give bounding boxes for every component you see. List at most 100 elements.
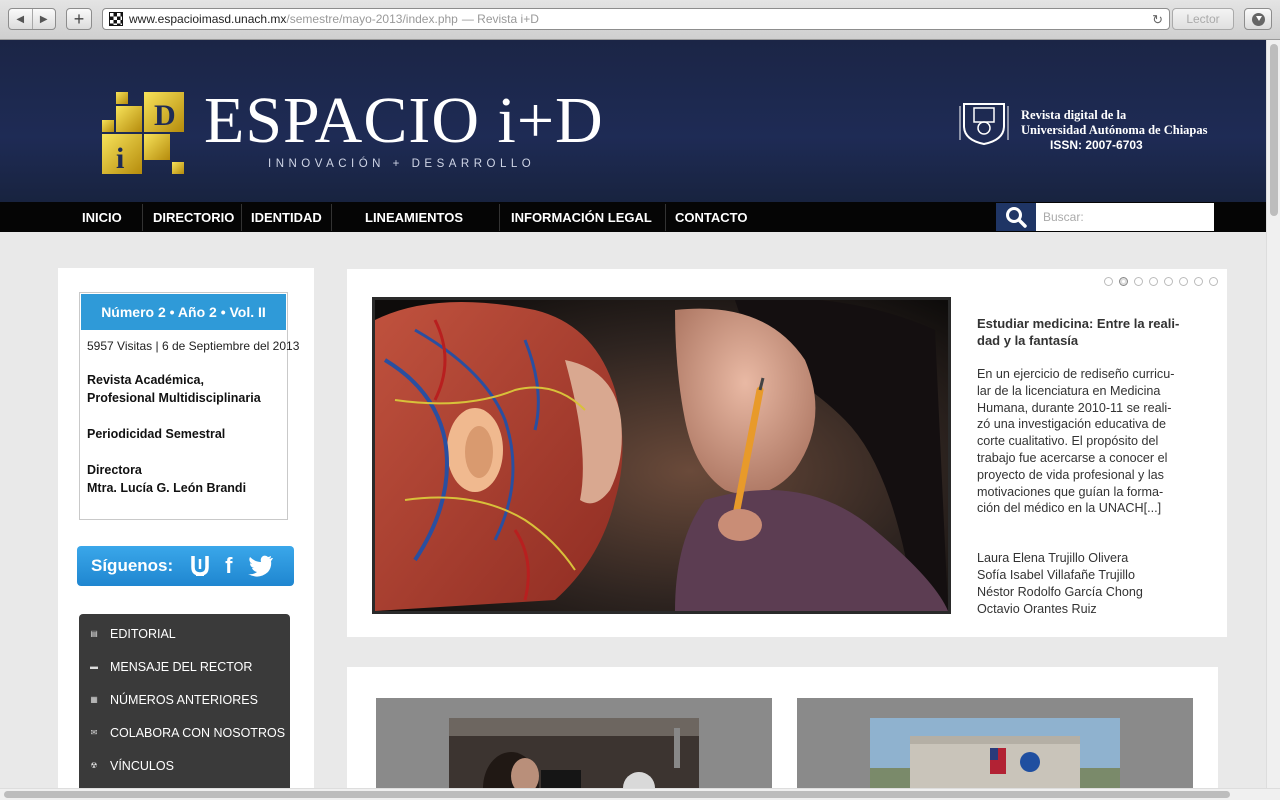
slide-pagination	[1104, 277, 1218, 286]
journal-type-line-2: Profesional Multidisciplinaria	[87, 391, 261, 405]
url-path: /semestre/mayo-2013/index.php	[286, 12, 458, 26]
menu-item-colabora[interactable]: ✉ COLABORA CON NOSOTROS	[79, 716, 290, 749]
article-card[interactable]	[797, 698, 1193, 800]
search-input[interactable]	[1036, 203, 1214, 231]
feature-image[interactable]	[372, 297, 951, 614]
summary-line: En un ejercicio de rediseño curricu-	[977, 367, 1175, 381]
author-name: Néstor Rodolfo García Chong	[977, 585, 1143, 599]
nav-divider	[331, 204, 332, 231]
author-name: Octavio Orantes Ruiz	[977, 602, 1097, 616]
summary-line: zó una investigación educativa de	[977, 417, 1167, 432]
espacio-logo-icon[interactable]: D i	[102, 92, 186, 174]
nav-directorio[interactable]: DIRECTORIO	[153, 202, 234, 232]
horizontal-scrollbar[interactable]	[0, 788, 1280, 800]
summary-line: corte cualitativo. El propósito del	[977, 434, 1159, 449]
slide-dot[interactable]	[1194, 277, 1203, 286]
nav-divider	[142, 204, 143, 231]
social-follow-bar: Síguenos: f	[77, 546, 294, 586]
menu-item-label: COLABORA CON NOSOTROS	[110, 725, 286, 740]
summary-line: Humana, durante 2010-11 se reali-	[977, 400, 1172, 415]
menu-item-label: EDITORIAL	[110, 626, 176, 641]
journal-type: Revista Académica, Profesional Multidisc…	[87, 371, 287, 407]
pages-icon: ▦	[90, 695, 98, 704]
slide-dot[interactable]	[1164, 277, 1173, 286]
nav-identidad[interactable]: IDENTIDAD	[251, 202, 322, 232]
speech-icon: ▬	[90, 662, 98, 671]
site-tagline: INNOVACIÓN + DESARROLLO	[268, 158, 536, 170]
site-header: D i ESPACIO i+D INNOVACIÓN + DESARROLLO …	[0, 40, 1266, 202]
nav-divider	[499, 204, 500, 231]
mail-icon: ✉	[90, 728, 98, 737]
feature-title-line-1: Estudiar medicina: Entre la reali-	[977, 316, 1180, 331]
reader-button[interactable]: Lector	[1172, 8, 1234, 30]
reload-icon[interactable]: ↻	[1152, 12, 1163, 28]
menu-item-label: MENSAJE DEL RECTOR	[110, 659, 253, 674]
slide-dot-active[interactable]	[1119, 277, 1128, 286]
feature-title-line-2: dad y la fantasía	[977, 333, 1079, 348]
nav-inicio[interactable]: INICIO	[82, 202, 122, 232]
site-favicon-icon	[109, 12, 123, 26]
director-label: Directora	[87, 463, 142, 477]
issue-title: Número 2 • Año 2 • Vol. II	[81, 294, 286, 330]
summary-line: lar de la licenciatura en Medicina	[977, 383, 1161, 398]
menu-item-mensaje-rector[interactable]: ▬ MENSAJE DEL RECTOR	[79, 650, 290, 683]
horizontal-scroll-thumb[interactable]	[4, 791, 1230, 798]
back-icon[interactable]: ◀	[9, 9, 32, 29]
site-logo-text[interactable]: ESPACIO i+D	[204, 88, 604, 154]
visit-counter: 5957 Visitas | 6 de Septiembre del 2013	[87, 339, 300, 353]
author-name: Sofía Isabel Villafañe Trujillo	[977, 568, 1135, 582]
side-menu: ▤ EDITORIAL ▬ MENSAJE DEL RECTOR ▦ NÚMER…	[79, 614, 290, 800]
nav-contacto[interactable]: CONTACTO	[675, 202, 747, 232]
issue-info-box: Número 2 • Año 2 • Vol. II 5957 Visitas …	[79, 292, 300, 520]
menu-item-editorial[interactable]: ▤ EDITORIAL	[79, 617, 290, 650]
periodicity: Periodicidad Semestral	[87, 427, 226, 441]
summary-line: motivaciones que guían la forma-	[977, 484, 1164, 499]
article-grid	[347, 667, 1218, 800]
nav-informacion-legal[interactable]: INFORMACIÓN LEGAL	[511, 202, 652, 232]
author-name: Laura Elena Trujillo Olivera	[977, 551, 1129, 565]
svg-text:D: D	[154, 99, 176, 132]
director-name: Mtra. Lucía G. León Brandi	[87, 481, 247, 495]
feature-summary: En un ejercicio de rediseño curricu- lar…	[977, 366, 1189, 517]
browser-toolbar: ◀ ▶ + www.espacioimasd.unach.mx /semestr…	[0, 0, 1280, 40]
journal-type-line-1: Revista Académica,	[87, 373, 204, 387]
menu-item-label: VÍNCULOS	[110, 758, 174, 773]
vertical-scrollbar[interactable]	[1266, 40, 1280, 788]
history-buttons: ◀ ▶	[8, 8, 56, 30]
menu-item-numeros-anteriores[interactable]: ▦ NÚMEROS ANTERIORES	[79, 683, 290, 716]
nav-lineamientos[interactable]: LINEAMIENTOS	[365, 202, 463, 232]
url-host: www.espacioimasd.unach.mx	[129, 12, 287, 26]
nav-divider	[241, 204, 242, 231]
issn-label: ISSN: 2007-6703	[1050, 138, 1143, 152]
address-bar[interactable]: www.espacioimasd.unach.mx /semestre/mayo…	[102, 8, 1170, 30]
feature-title[interactable]: Estudiar medicina: Entre la reali- dad y…	[977, 315, 1187, 349]
university-line-2: Universidad Autónoma de Chiapas	[1021, 123, 1208, 137]
feature-slideshow: Estudiar medicina: Entre la reali- dad y…	[347, 269, 1227, 637]
forward-icon[interactable]: ▶	[31, 9, 56, 29]
vertical-scroll-thumb[interactable]	[1270, 44, 1278, 216]
slide-dot[interactable]	[1209, 277, 1218, 286]
add-tab-icon[interactable]: +	[66, 8, 92, 30]
search-icon[interactable]	[996, 203, 1036, 231]
slide-dot[interactable]	[1179, 277, 1188, 286]
menu-item-label: NÚMEROS ANTERIORES	[110, 692, 258, 707]
slide-dot[interactable]	[1104, 277, 1113, 286]
download-icon[interactable]	[1244, 8, 1272, 30]
sidebar: Número 2 • Año 2 • Vol. II 5957 Visitas …	[58, 268, 314, 800]
university-name: Revista digital de la Universidad Autóno…	[1021, 108, 1208, 138]
twitter-icon[interactable]	[247, 555, 273, 577]
menu-item-vinculos[interactable]: ☢ VÍNCULOS	[79, 749, 290, 782]
unach-icon[interactable]	[189, 554, 211, 578]
director-info: Directora Mtra. Lucía G. León Brandi	[87, 461, 287, 497]
slide-dot[interactable]	[1149, 277, 1158, 286]
university-seal-icon	[959, 103, 1009, 146]
facebook-icon[interactable]: f	[225, 555, 232, 577]
nav-divider	[665, 204, 666, 231]
university-line-1: Revista digital de la	[1021, 108, 1127, 122]
slide-dot[interactable]	[1134, 277, 1143, 286]
summary-line: ción del médico en la UNACH[...]	[977, 501, 1162, 516]
svg-text:i: i	[116, 142, 124, 174]
url-page-title: — Revista i+D	[461, 12, 539, 26]
article-card[interactable]	[376, 698, 772, 800]
feature-authors: Laura Elena Trujillo Olivera Sofía Isabe…	[977, 550, 1207, 618]
